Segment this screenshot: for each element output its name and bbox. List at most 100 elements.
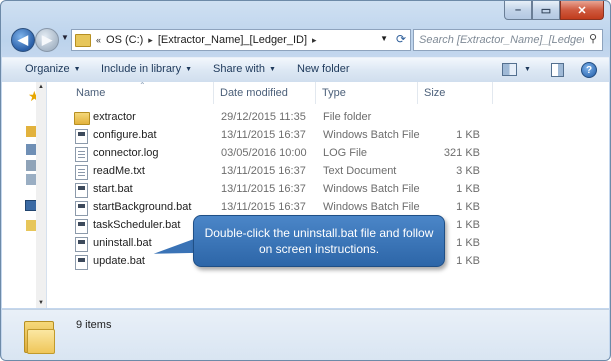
window-controls: – ▭ ✕: [504, 1, 604, 20]
pictures-icon[interactable]: [26, 160, 36, 171]
nav-scrollbar[interactable]: ▲ ▼: [36, 82, 46, 308]
organize-label: Organize: [25, 63, 70, 75]
include-in-library-button[interactable]: Include in library ▼: [101, 63, 192, 75]
column-header-size[interactable]: Size: [424, 87, 445, 99]
column-divider[interactable]: [417, 82, 418, 104]
back-button[interactable]: ◀: [11, 28, 35, 52]
batch-file-icon: [75, 129, 88, 144]
drive-icon[interactable]: [26, 220, 36, 231]
column-divider[interactable]: [315, 82, 316, 104]
file-list: ⌃ Name Date modified Type Size extractor…: [47, 81, 609, 308]
close-button[interactable]: ✕: [560, 1, 604, 20]
file-name: start.bat: [93, 183, 133, 195]
chevron-down-icon: ▼: [268, 65, 276, 73]
chevron-down-icon: ▼: [185, 65, 193, 73]
file-type: Windows Batch File: [323, 129, 420, 141]
column-header-date-modified[interactable]: Date modified: [220, 87, 288, 99]
file-type: Windows Batch File: [323, 201, 420, 213]
address-dropdown-icon[interactable]: ▼: [380, 34, 388, 43]
change-view-button[interactable]: ▼: [502, 62, 531, 77]
navigation-pane: ★ ▲ ▼: [2, 82, 47, 308]
address-bar[interactable]: « OS (C:) ▸ [Extractor_Name]_[Ledger_ID]…: [71, 29, 411, 51]
file-type: File folder: [323, 111, 372, 123]
column-divider[interactable]: [213, 82, 214, 104]
explorer-window: – ▭ ✕ ◀ ▶ ▼ « OS (C:) ▸ [Extractor_Name]…: [0, 0, 611, 361]
breadcrumb-folder[interactable]: [Extractor_Name]_[Ledger_ID]: [158, 34, 307, 46]
breadcrumb-drive[interactable]: OS (C:): [106, 34, 143, 46]
large-folder-icon: [24, 317, 55, 354]
file-date: 03/05/2016 10:00: [221, 147, 307, 159]
file-name: startBackground.bat: [93, 201, 192, 213]
file-size: 1 KB: [456, 129, 480, 141]
file-type: LOG File: [323, 147, 368, 159]
address-chevron[interactable]: «: [96, 35, 101, 45]
file-name: uninstall.bat: [93, 237, 152, 249]
chevron-down-icon: ▼: [73, 65, 81, 73]
maximize-button[interactable]: ▭: [532, 1, 560, 20]
file-type: Windows Batch File: [323, 183, 420, 195]
column-header-name[interactable]: Name: [76, 87, 105, 99]
recent-pages-dropdown-icon[interactable]: ▼: [61, 33, 69, 42]
file-date: 13/11/2015 16:37: [221, 165, 306, 177]
instruction-callout: Double-click the uninstall.bat file and …: [193, 215, 445, 267]
file-date: 13/11/2015 16:37: [221, 183, 306, 195]
file-size: 1 KB: [456, 237, 480, 249]
file-name: extractor: [93, 111, 136, 123]
file-size: 1 KB: [456, 219, 480, 231]
sort-ascending-icon: ⌃: [139, 81, 146, 90]
file-name: configure.bat: [93, 129, 157, 141]
new-folder-label: New folder: [297, 63, 350, 75]
breadcrumb-separator-icon[interactable]: ▸: [312, 35, 317, 46]
item-count: 9 items: [76, 319, 112, 331]
file-size: 3 KB: [456, 165, 480, 177]
folder-front-shape: [27, 329, 55, 354]
include-in-library-label: Include in library: [101, 63, 182, 75]
chevron-down-icon: ▼: [524, 66, 531, 73]
command-bar: Organize ▼ Include in library ▼ Share with…: [2, 57, 609, 83]
file-row[interactable]: start.bat 13/11/2015 16:37 Windows Batch…: [72, 181, 492, 198]
file-date: 13/11/2015 16:37: [221, 201, 306, 213]
file-name: update.bat: [93, 255, 145, 267]
forward-button[interactable]: ▶: [35, 28, 59, 52]
log-file-icon: [75, 147, 88, 162]
documents-icon[interactable]: [26, 144, 36, 155]
file-type: Text Document: [323, 165, 397, 177]
file-date: 13/11/2015 16:37: [221, 129, 306, 141]
file-row[interactable]: readMe.txt 13/11/2015 16:37 Text Documen…: [72, 163, 492, 180]
batch-file-icon: [75, 255, 88, 270]
batch-file-icon: [75, 201, 88, 216]
minimize-button[interactable]: –: [504, 1, 532, 20]
file-date: 29/12/2015 11:35: [221, 111, 306, 123]
batch-file-icon: [75, 183, 88, 198]
file-row[interactable]: configure.bat 13/11/2015 16:37 Windows B…: [72, 127, 492, 144]
preview-pane-icon[interactable]: [551, 63, 564, 77]
search-icon[interactable]: ⚲: [589, 32, 597, 45]
view-icon: [502, 63, 517, 76]
file-row[interactable]: extractor 29/12/2015 11:35 File folder: [72, 109, 492, 126]
column-divider[interactable]: [492, 82, 493, 104]
folder-icon: [74, 112, 90, 125]
breadcrumb-separator-icon[interactable]: ▸: [148, 35, 153, 46]
organize-button[interactable]: Organize ▼: [25, 63, 81, 75]
column-header-type[interactable]: Type: [322, 87, 346, 99]
library-icon[interactable]: [26, 126, 36, 137]
callout-text: Double-click the uninstall.bat file and …: [204, 226, 434, 256]
batch-file-icon: [75, 237, 88, 252]
music-icon[interactable]: [26, 174, 36, 185]
scroll-down-icon[interactable]: ▼: [38, 300, 44, 306]
file-size: 1 KB: [456, 255, 480, 267]
new-folder-button[interactable]: New folder: [297, 63, 350, 75]
search-placeholder: Search [Extractor_Name]_[Ledger_ID]: [419, 34, 584, 46]
file-size: 1 KB: [456, 201, 480, 213]
refresh-icon[interactable]: ⟳: [396, 32, 406, 46]
file-row[interactable]: connector.log 03/05/2016 10:00 LOG File …: [72, 145, 492, 162]
file-row[interactable]: startBackground.bat 13/11/2015 16:37 Win…: [72, 199, 492, 216]
file-name: readMe.txt: [93, 165, 145, 177]
search-input[interactable]: Search [Extractor_Name]_[Ledger_ID] ⚲: [413, 29, 603, 51]
text-file-icon: [75, 165, 88, 180]
details-pane: 9 items: [2, 309, 609, 360]
navigation-row: ◀ ▶ ▼ « OS (C:) ▸ [Extractor_Name]_[Ledg…: [7, 25, 604, 55]
scroll-up-icon[interactable]: ▲: [38, 84, 44, 90]
share-with-button[interactable]: Share with ▼: [213, 63, 276, 75]
help-icon[interactable]: ?: [581, 62, 597, 78]
